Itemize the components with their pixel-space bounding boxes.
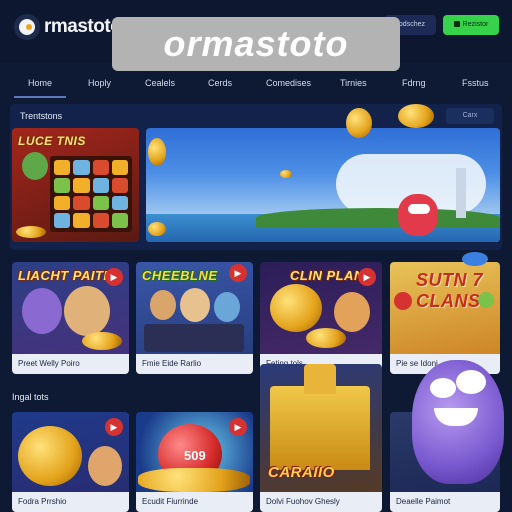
gold-coin-art [18,426,82,486]
character-art [22,152,48,180]
castle-art [270,386,370,470]
game-tile[interactable]: CARAIIO Dolvi Fuohov Ghesly [260,364,382,512]
game-caption: Preet Welly Poiro [12,354,129,374]
coin-icon [346,108,372,138]
user-icon [453,21,460,28]
play-icon[interactable]: ▶ [358,268,376,286]
play-icon[interactable]: ▶ [229,418,247,436]
game-tile[interactable]: SUTN 7 CLANS Pie se Idoni [390,262,500,374]
game-caption: Fodra Prrshio [12,492,129,512]
castle-tower-art [304,364,336,394]
featured-title: Trentstons [20,111,63,121]
coin-icon [148,138,166,166]
logo-text[interactable]: rmastoto [44,16,122,38]
main-nav: Home Hoply Cealels Cerds Comedises Tirni… [0,72,512,98]
nav-item-4[interactable]: Cerds [208,78,232,88]
game-tile[interactable]: CHEEBLNE ▶ Fmie Eide Rarlio [136,262,253,374]
character-art [180,288,210,322]
game-caption: Fmie Eide Rarlio [136,354,253,374]
game-tile[interactable]: ▶ Fodra Prrshio [12,412,129,512]
coin-pile-art [138,468,250,492]
nav-item-7[interactable]: Fdrng [402,78,426,88]
coin-icon [306,328,346,348]
game-tile[interactable]: ▶ 509 Ecudit Fiurrinde [136,412,253,512]
play-icon[interactable]: ▶ [105,418,123,436]
hero-banner[interactable] [146,128,500,242]
coin-icon [16,226,46,238]
coin-icon [82,332,122,350]
reel-grid [50,156,132,232]
logo-icon[interactable] [14,14,40,40]
promo-tile[interactable]: LUCE TNIS [12,128,139,242]
lime-icon [478,292,494,308]
nav-item-2[interactable]: Hoply [88,78,111,88]
castle-tower-art [456,168,466,218]
game-title-art: CARAIIO [268,464,335,481]
nav-item-5[interactable]: Comedises [266,78,311,88]
play-icon[interactable]: ▶ [229,264,247,282]
character-art [22,288,62,334]
character-art [214,292,240,322]
mascot-eye [456,370,486,394]
signup-label: Rezistor [462,21,489,28]
gem-icon [462,252,488,266]
table-art [144,324,244,352]
game-caption: Ecudit Fiurrinde [136,492,253,512]
play-icon[interactable]: ▶ [105,268,123,286]
promo-heading: LUCE TNIS [18,134,86,148]
game-tile[interactable]: LIACHT PAITE ▶ Preet Welly Poiro [12,262,129,374]
brand-banner: ormastoto [112,17,400,71]
character-art [64,286,110,336]
mascot-character [398,194,438,236]
mascot-eyes [408,204,430,214]
nav-item-6[interactable]: Tirnies [340,78,367,88]
cherry-icon [394,292,412,310]
character-art [88,446,122,486]
section-title: Ingal tots [12,392,49,402]
game-tile[interactable]: CLIN PLANS ▶ Feting tols [260,262,382,374]
ball-number: 509 [184,448,206,463]
game-title-art: CHEEBLNE [142,268,218,283]
coin-icon [280,170,292,178]
game-caption: Dolvi Fuohov Ghesly [260,492,382,512]
signup-button[interactable]: Rezistor [443,15,499,35]
game-caption: Deaelle Paimot [390,492,500,512]
see-all-button[interactable]: Carx [446,108,494,124]
nav-item-8[interactable]: Fsstus [462,78,489,88]
character-art [150,290,176,320]
gold-sun-art [270,284,322,332]
game-title-art: LIACHT PAITE [18,268,113,283]
nav-item-3[interactable]: Cealels [145,78,175,88]
active-tab-indicator [14,96,66,98]
mascot-eye [430,378,456,398]
nav-item-home[interactable]: Home [28,78,52,88]
coin-icon [148,222,166,236]
coin-icon [398,104,434,128]
character-art [334,292,370,332]
